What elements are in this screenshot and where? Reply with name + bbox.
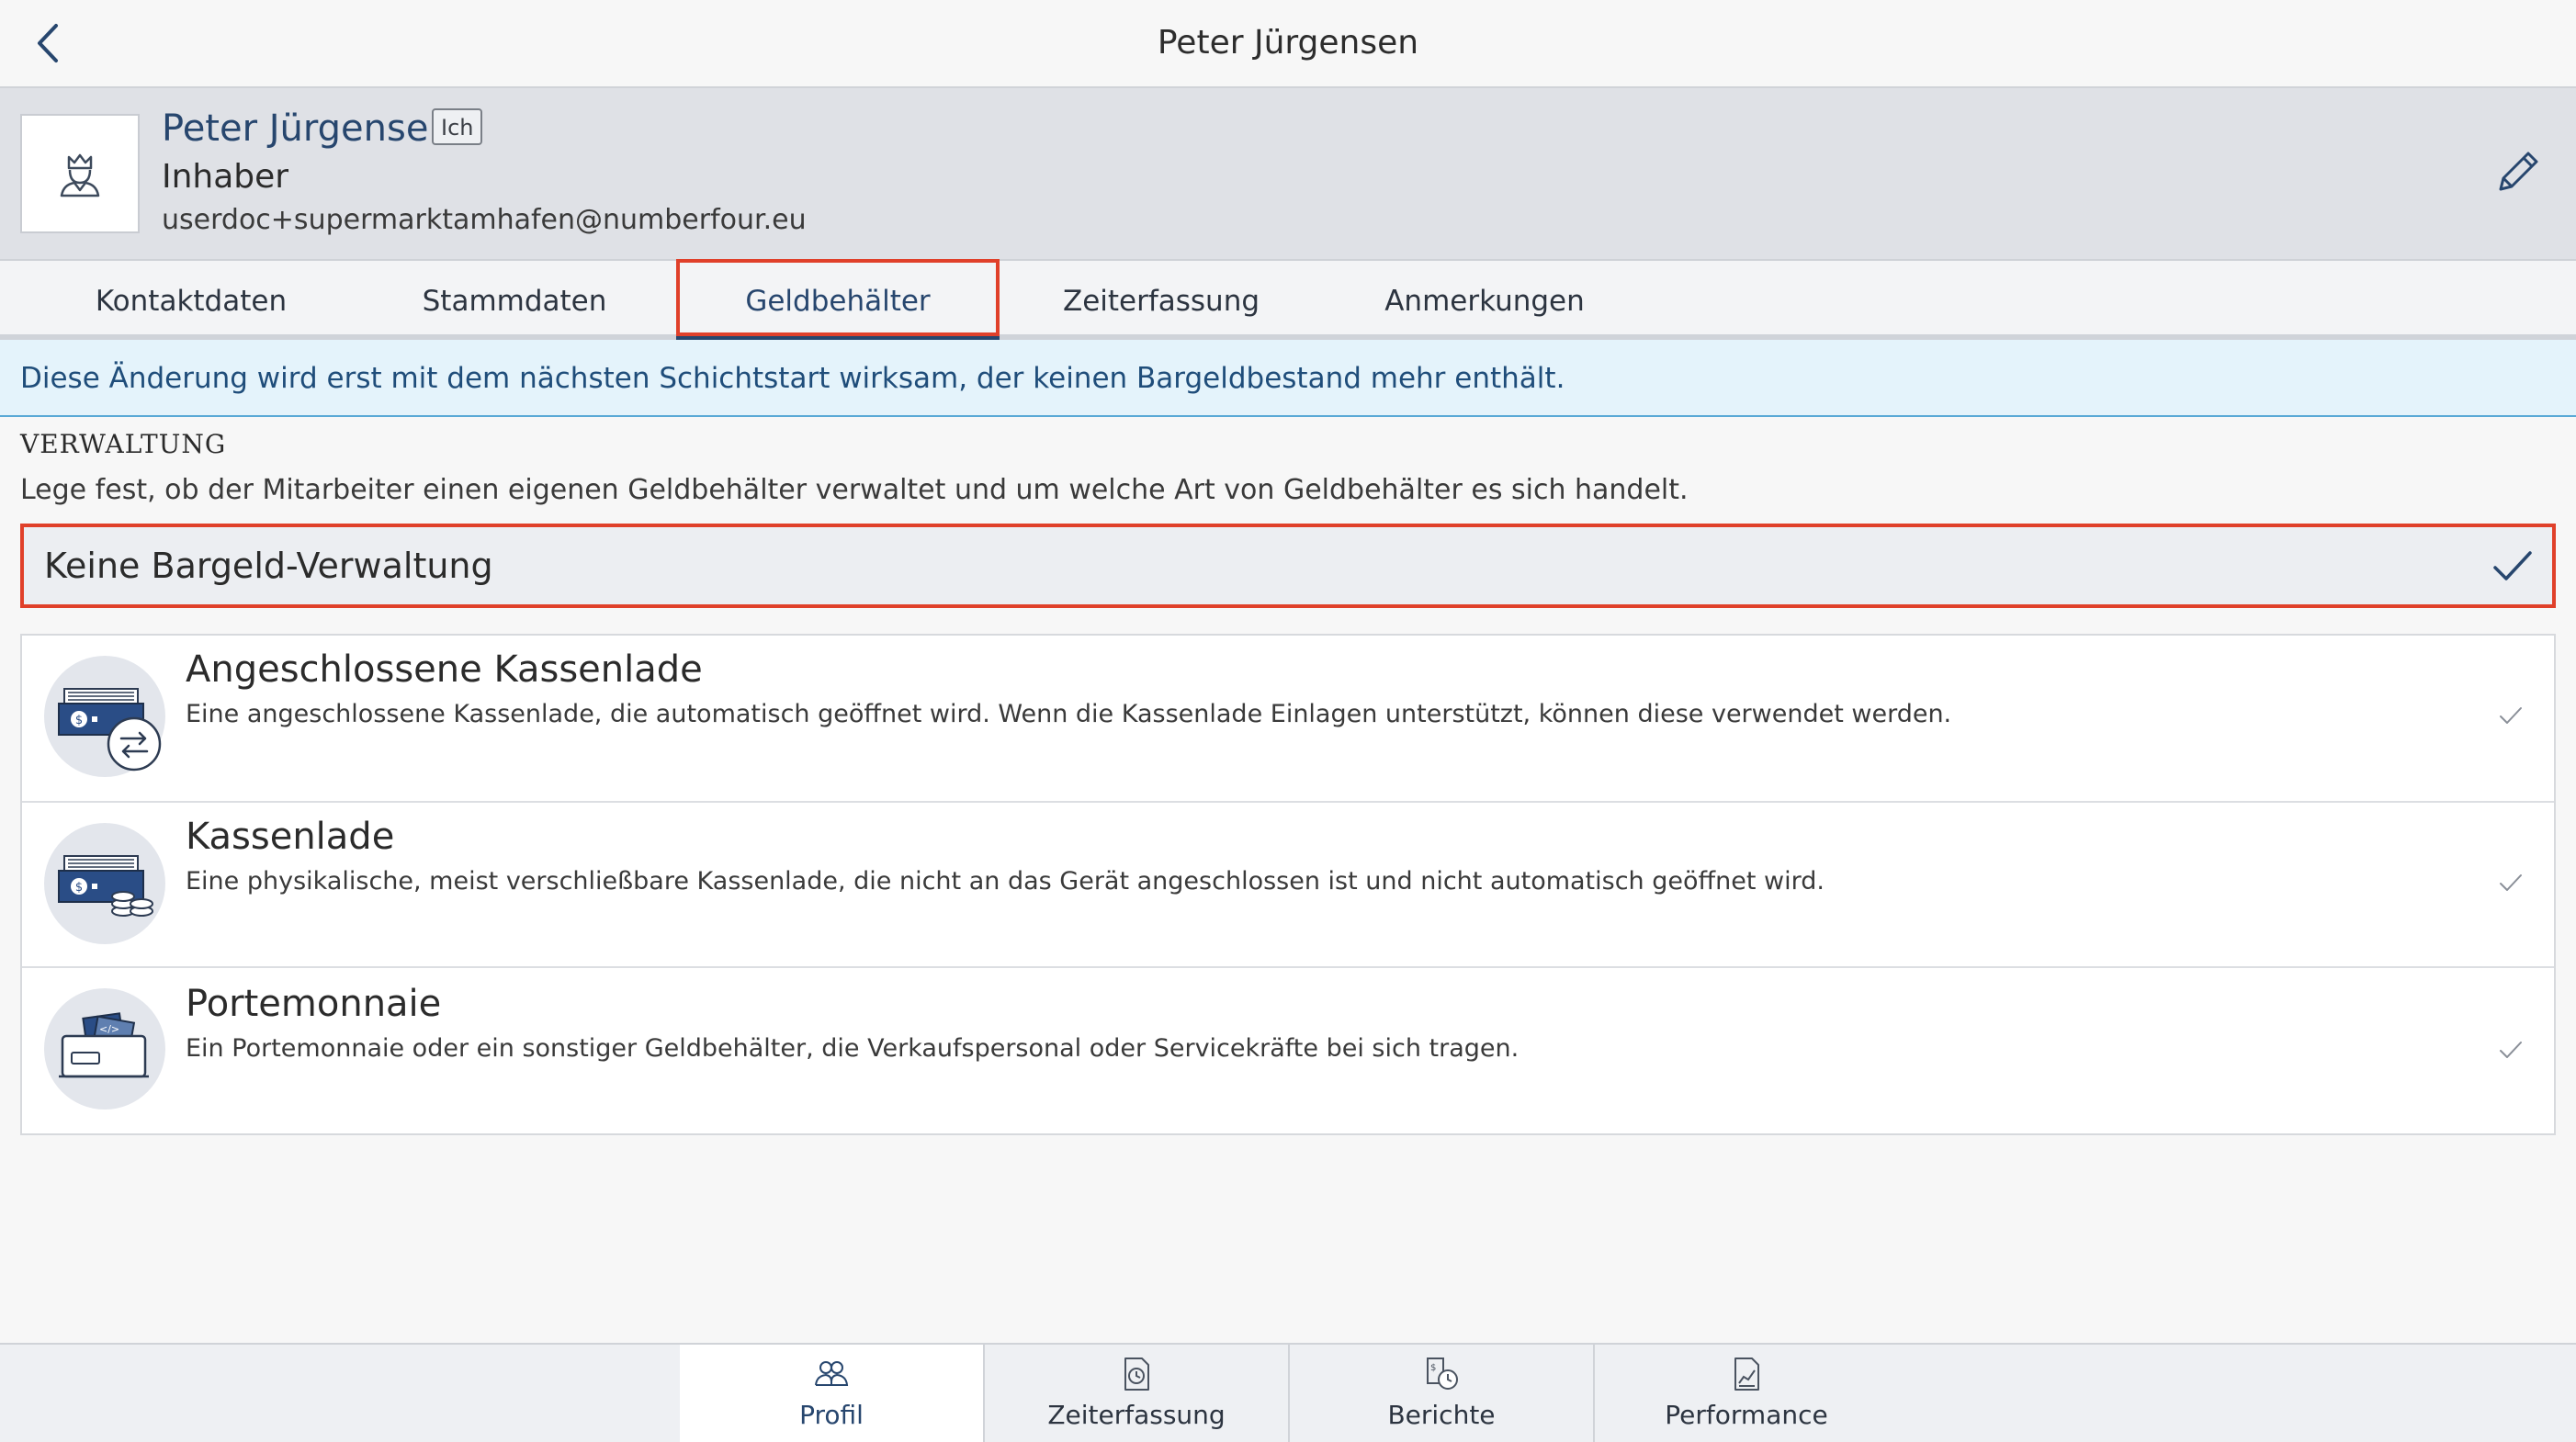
option-title: Angeschlossene Kassenlade	[186, 648, 703, 691]
bottom-tab-label: Berichte	[1387, 1400, 1496, 1430]
bottom-tab-profil[interactable]: Profil	[680, 1345, 983, 1442]
svg-text:$: $	[1430, 1363, 1436, 1373]
option-title: Kassenlade	[186, 816, 395, 858]
bottom-tab-berichte[interactable]: $ Berichte	[1290, 1345, 1593, 1442]
section-description: Lege fest, ob der Mitarbeiter einen eige…	[20, 474, 1689, 506]
bottom-tab-label: Zeiterfassung	[1047, 1400, 1226, 1430]
bottom-tab-label: Profil	[799, 1400, 864, 1430]
wallet-icon: </>	[44, 988, 165, 1110]
checkmark-icon	[2493, 551, 2532, 580]
option-no-cash-management-label: Keine Bargeld-Verwaltung	[44, 546, 493, 586]
timesheet-icon	[1124, 1358, 1149, 1391]
section-title: VERWALTUNG	[20, 429, 227, 459]
tab-kontaktdaten[interactable]: Kontaktdaten	[17, 259, 366, 340]
checkmark-icon	[2500, 1042, 2522, 1058]
profile-role: Inhaber	[162, 158, 289, 196]
edit-button[interactable]	[2491, 143, 2547, 198]
bottom-tab-label: Performance	[1665, 1400, 1828, 1430]
option-description: Ein Portemonnaie oder ein sonstiger Geld…	[186, 1034, 1520, 1063]
svg-text:$: $	[75, 881, 83, 895]
bottom-tab-zeiterfassung[interactable]: Zeiterfassung	[985, 1345, 1288, 1442]
checkmark-icon	[2500, 707, 2522, 724]
user-avatar-icon	[60, 153, 100, 197]
me-badge: Ich	[432, 108, 483, 145]
page-title: Peter Jürgensen	[1157, 24, 1419, 62]
chevron-left-icon	[38, 24, 58, 62]
info-banner-text: Diese Änderung wird erst mit dem nächste…	[20, 362, 1565, 395]
performance-icon	[1734, 1358, 1759, 1391]
svg-text:</>: </>	[99, 1023, 119, 1035]
svg-text:$: $	[75, 714, 83, 727]
tab-stammdaten[interactable]: Stammdaten	[366, 259, 663, 340]
people-icon	[815, 1361, 849, 1386]
tab-geldbehaelter[interactable]: Geldbehälter	[676, 259, 1000, 340]
profile-name: Peter Jürgensen	[162, 107, 452, 150]
tab-zeiterfassung[interactable]: Zeiterfassung	[1000, 259, 1323, 340]
option-description: Eine physikalische, meist verschließbare…	[186, 867, 1825, 896]
connected-cash-drawer-icon: $	[44, 656, 165, 777]
cash-drawer-icon: $	[44, 823, 165, 944]
checkmark-icon	[2500, 874, 2522, 891]
reports-icon: $	[1427, 1358, 1458, 1390]
profile-email: userdoc+supermarktamhafen@numberfour.eu	[162, 204, 807, 236]
back-button[interactable]	[18, 13, 77, 73]
option-title: Portemonnaie	[186, 983, 442, 1025]
option-description: Eine angeschlossene Kassenlade, die auto…	[186, 700, 1952, 728]
tab-anmerkungen[interactable]: Anmerkungen	[1323, 259, 1646, 340]
pencil-icon	[2499, 152, 2538, 191]
bottom-tab-performance[interactable]: Performance	[1595, 1345, 1898, 1442]
avatar	[20, 114, 140, 233]
